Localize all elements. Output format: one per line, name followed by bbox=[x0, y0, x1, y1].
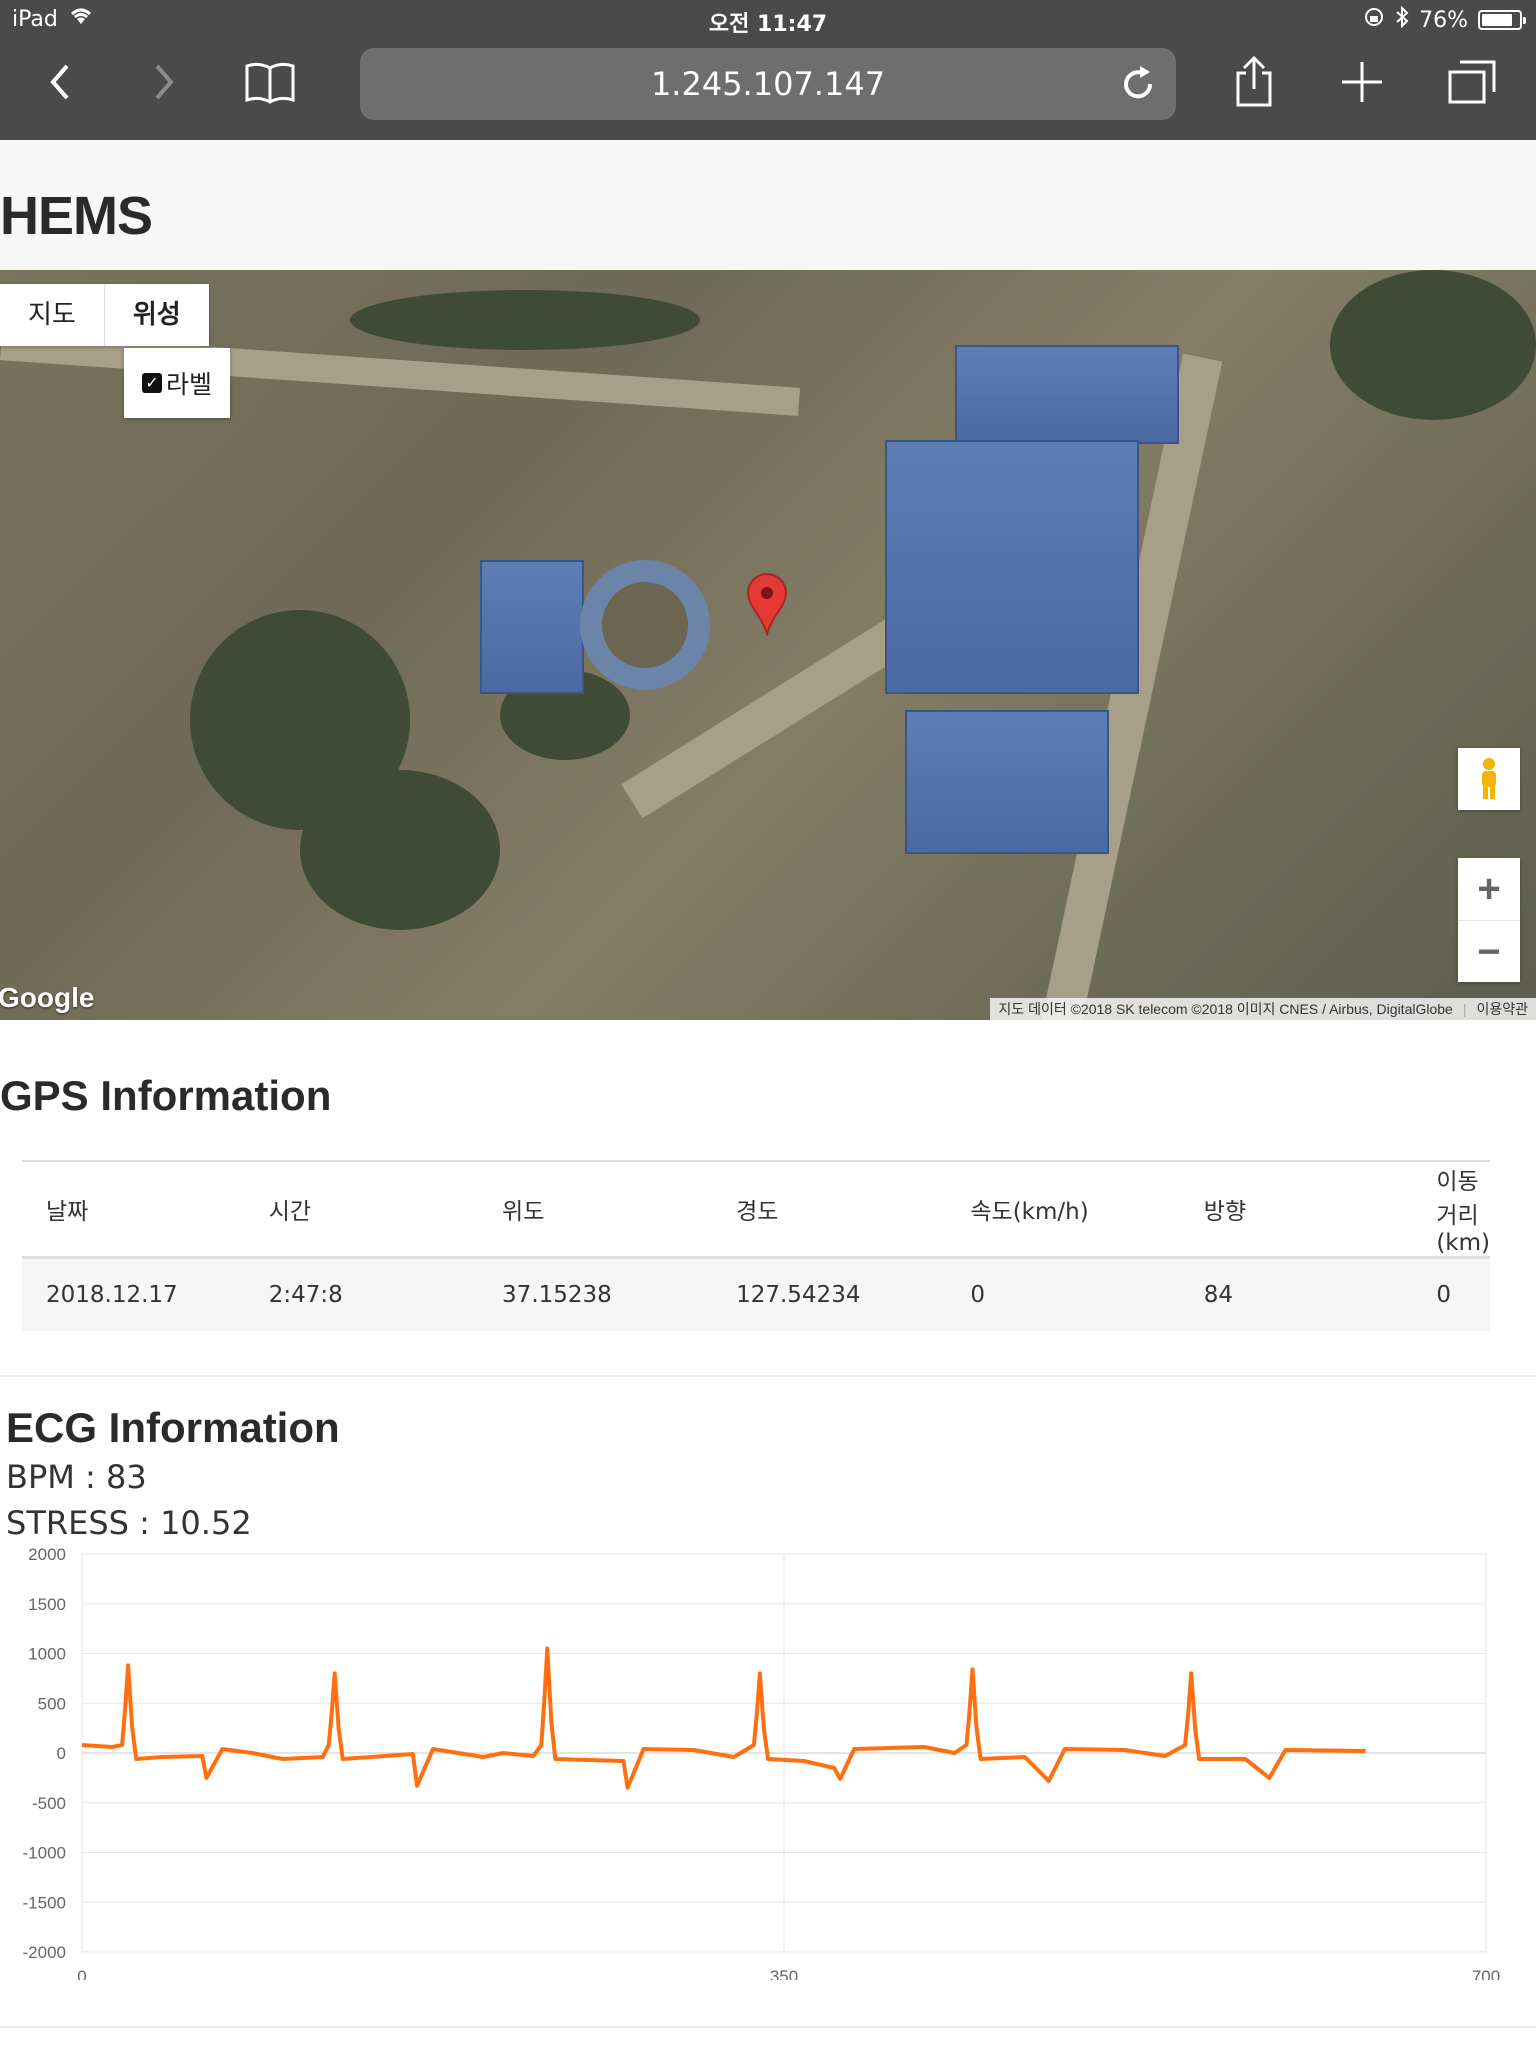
column-header-time: 시간 bbox=[244, 1160, 479, 1259]
y-tick-label: 1000 bbox=[28, 1645, 66, 1664]
new-tab-icon[interactable] bbox=[1330, 50, 1394, 114]
column-header-date: 날짜 bbox=[22, 1160, 245, 1259]
satellite-map[interactable]: 지도 위성 ✓ 라벨 + − Google 지도 데이터 ©2018 SK te… bbox=[0, 270, 1536, 1020]
table-row: 2018.12.17 2:47:8 37.15238 127.54234 0 8… bbox=[22, 1257, 1490, 1331]
cell-distance: 0 bbox=[1412, 1257, 1490, 1331]
forward-icon[interactable] bbox=[132, 50, 196, 114]
map-trees bbox=[300, 770, 500, 930]
zoom-out-button[interactable]: − bbox=[1458, 920, 1520, 983]
zoom-control: + − bbox=[1458, 858, 1520, 982]
battery-icon bbox=[1478, 10, 1526, 30]
gps-table-header: 날짜 시간 위도 경도 속도(km/h) 방향 이동거리(km) bbox=[22, 1160, 1490, 1259]
column-header-distance: 이동거리(km) bbox=[1412, 1160, 1490, 1259]
address-bar[interactable]: 1.245.107.147 bbox=[360, 48, 1176, 120]
y-tick-label: 2000 bbox=[28, 1545, 66, 1564]
y-tick-label: 0 bbox=[57, 1744, 66, 1763]
cell-date: 2018.12.17 bbox=[22, 1257, 245, 1331]
page-title: HEMS bbox=[0, 186, 153, 246]
labels-toggle[interactable]: ✓ 라벨 bbox=[124, 348, 230, 418]
y-tick-label: 500 bbox=[38, 1694, 66, 1713]
y-tick-label: -1500 bbox=[23, 1893, 66, 1912]
attribution-separator: | bbox=[1462, 1001, 1467, 1017]
cell-latitude: 37.15238 bbox=[478, 1257, 713, 1331]
y-tick-label: -500 bbox=[32, 1794, 66, 1813]
page-bottom-divider bbox=[0, 2026, 1536, 2028]
map-attribution: 지도 데이터 ©2018 SK telecom ©2018 이미지 CNES /… bbox=[990, 998, 1536, 1020]
y-tick-label: -2000 bbox=[23, 1943, 66, 1962]
column-header-latitude: 위도 bbox=[478, 1160, 713, 1259]
gps-section-title: GPS Information bbox=[0, 1072, 332, 1119]
street-view-pegman-icon[interactable] bbox=[1458, 748, 1520, 810]
cell-heading: 84 bbox=[1179, 1257, 1413, 1331]
bookmarks-icon[interactable] bbox=[238, 50, 302, 114]
column-header-heading: 방향 bbox=[1179, 1160, 1413, 1259]
x-tick-label: 700 bbox=[1472, 1967, 1500, 1980]
gps-table: 날짜 시간 위도 경도 속도(km/h) 방향 이동거리(km) 2018.12… bbox=[22, 1160, 1490, 1331]
clock: 오전 11:47 bbox=[708, 12, 828, 37]
map-type-control: 지도 위성 bbox=[0, 284, 209, 346]
browser-toolbar: 1.245.107.147 bbox=[0, 40, 1536, 140]
cell-time: 2:47:8 bbox=[244, 1257, 479, 1331]
tabs-icon[interactable] bbox=[1440, 50, 1504, 114]
map-round-building bbox=[580, 560, 710, 690]
rotation-lock-icon bbox=[1363, 6, 1385, 34]
terms-link[interactable]: 이용약관 bbox=[1476, 998, 1528, 1020]
zoom-in-button[interactable]: + bbox=[1458, 858, 1520, 920]
map-building bbox=[955, 345, 1179, 444]
map-trees bbox=[1330, 270, 1536, 420]
map-type-map-button[interactable]: 지도 bbox=[0, 284, 104, 346]
map-trees bbox=[350, 290, 700, 350]
page-header: HEMS bbox=[0, 140, 1536, 270]
column-header-longitude: 경도 bbox=[712, 1160, 947, 1259]
share-icon[interactable] bbox=[1222, 50, 1286, 114]
map-building bbox=[905, 710, 1109, 854]
google-logo: Google bbox=[0, 982, 95, 1013]
ecg-section-title: ECG Information bbox=[6, 1404, 340, 1451]
map-building bbox=[480, 560, 584, 694]
status-bar: iPad 오전 11:47 76% bbox=[0, 0, 1536, 40]
y-tick-label: 1500 bbox=[28, 1595, 66, 1614]
map-marker-icon[interactable] bbox=[746, 572, 788, 641]
x-tick-label: 350 bbox=[770, 1967, 798, 1980]
attribution-text: 지도 데이터 ©2018 SK telecom ©2018 이미지 CNES /… bbox=[998, 1001, 1453, 1017]
map-type-satellite-button[interactable]: 위성 bbox=[103, 284, 209, 346]
ecg-line-chart: 2000 1500 1000 500 0 -500 -1000 -1500 -2000 0 350 7… bbox=[23, 1545, 1501, 1980]
stress-value: STRESS : 10.52 bbox=[6, 1504, 252, 1542]
cell-longitude: 127.54234 bbox=[712, 1257, 947, 1331]
back-icon[interactable] bbox=[28, 50, 92, 114]
bluetooth-icon bbox=[1395, 5, 1409, 34]
column-header-speed: 속도(km/h) bbox=[946, 1160, 1180, 1259]
ecg-series-line bbox=[81, 1646, 1366, 1790]
labels-checkbox-label: 라벨 bbox=[165, 370, 212, 399]
url-text: 1.245.107.147 bbox=[650, 65, 886, 103]
cell-speed: 0 bbox=[946, 1257, 1180, 1331]
reload-icon[interactable] bbox=[1116, 62, 1160, 106]
map-building bbox=[885, 440, 1139, 694]
x-tick-label: 0 bbox=[77, 1967, 86, 1980]
bpm-value: BPM : 83 bbox=[6, 1458, 147, 1496]
battery-percent: 76% bbox=[1419, 7, 1468, 33]
labels-checkbox[interactable]: ✓ bbox=[141, 373, 162, 393]
y-tick-label: -1000 bbox=[23, 1844, 66, 1863]
section-divider bbox=[0, 1375, 1536, 1377]
